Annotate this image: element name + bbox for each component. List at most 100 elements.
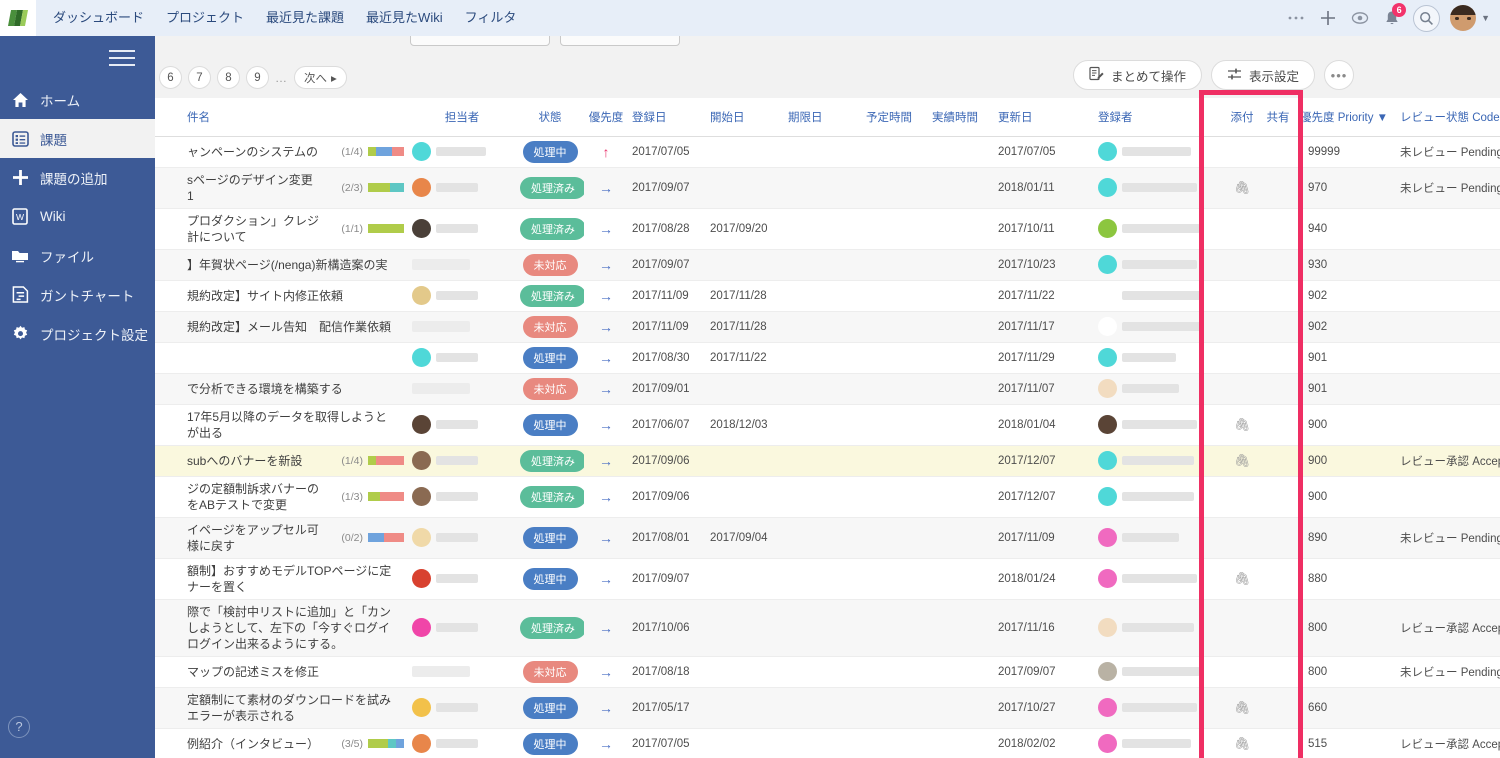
issue-subject-cell[interactable]: [183, 342, 408, 374]
table-row[interactable]: 額制】おすすめモデルTOPページに定 ナーを置く 処理中 → 2017/09/07 201…: [155, 558, 1500, 600]
table-row[interactable]: マップの記述ミスを修正 未対応 → 2017/08/18 2017/09/07 800 未レ…: [155, 656, 1500, 688]
column-header-updated[interactable]: 更新日: [994, 98, 1094, 137]
row-checkbox[interactable]: [155, 687, 183, 729]
table-row[interactable]: 例紹介（インタビュー） (3/5) 処理中 → 2017/07/05 2018/02/02…: [155, 728, 1500, 758]
column-header-actual[interactable]: 実績時間: [928, 98, 994, 137]
bulk-operation-button[interactable]: まとめて操作: [1072, 60, 1202, 90]
row-checkbox[interactable]: [155, 599, 183, 657]
sidebar-item-home[interactable]: ホーム: [0, 80, 155, 119]
table-row[interactable]: ジの定額制訴求バナーの をABテストで変更 (1/3) 処理済み → 2017/09/06…: [155, 476, 1500, 518]
search-icon[interactable]: [1413, 4, 1441, 32]
issue-subject-cell[interactable]: で分析できる環境を構築する: [183, 373, 408, 405]
column-header-assignee[interactable]: 担当者: [408, 98, 516, 137]
issue-subject-cell[interactable]: ジの定額制訴求バナーの をABテストで変更 (1/3): [183, 476, 408, 518]
table-row[interactable]: sページのデザイン変更 1 (2/3) 処理済み → 2017/09/07 2018/01/…: [155, 167, 1500, 209]
sidebar-item-project-settings[interactable]: プロジェクト設定: [0, 314, 155, 353]
row-checkbox[interactable]: [155, 728, 183, 758]
table-row[interactable]: subへのバナーを新設 (1/4) 処理済み → 2017/09/06 2017/12/0…: [155, 445, 1500, 477]
row-checkbox[interactable]: [155, 280, 183, 312]
table-row[interactable]: ャンペーンのシステムの (1/4) 処理中 ↑ 2017/07/05 2017/07/05…: [155, 136, 1500, 168]
column-header-shared[interactable]: 共有: [1260, 98, 1296, 137]
row-checkbox[interactable]: [155, 342, 183, 374]
row-checkbox[interactable]: [155, 476, 183, 518]
more-icon[interactable]: [1281, 3, 1311, 33]
table-row[interactable]: で分析できる環境を構築する 未対応 → 2017/09/01 2017/11/07 901…: [155, 373, 1500, 405]
issue-subject-cell[interactable]: 定額制にて素材のダウンロードを試み エラーが表示される: [183, 687, 408, 729]
row-checkbox[interactable]: [155, 249, 183, 281]
row-checkbox[interactable]: [155, 445, 183, 477]
table-row[interactable]: 規約改定】メール告知 配信作業依頼 未対応 → 2017/11/09 2017/11/2…: [155, 311, 1500, 343]
sidebar-item-files[interactable]: ファイル: [0, 236, 155, 275]
column-header-due-date[interactable]: 期限日: [784, 98, 862, 137]
table-row[interactable]: プロダクション」クレジ 計について (1/1) 処理済み → 2017/08/28 2017…: [155, 208, 1500, 250]
column-header-attachment[interactable]: 添付: [1224, 98, 1260, 137]
row-checkbox[interactable]: [155, 373, 183, 405]
page-button[interactable]: 9: [246, 66, 269, 89]
watch-icon[interactable]: [1345, 3, 1375, 33]
table-row[interactable]: 処理中→2017/08/302017/11/222017/11/29901動作確…: [155, 342, 1500, 374]
column-header-priority[interactable]: 優先度: [584, 98, 628, 137]
issue-subject-cell[interactable]: sページのデザイン変更 1 (2/3): [183, 167, 408, 209]
issue-subject-cell[interactable]: プロダクション」クレジ 計について (1/1): [183, 208, 408, 250]
column-header-estimated[interactable]: 予定時間: [862, 98, 928, 137]
row-checkbox[interactable]: [155, 404, 183, 446]
nav-link-filter[interactable]: フィルタ: [454, 0, 528, 36]
row-checkbox[interactable]: [155, 558, 183, 600]
column-header-status[interactable]: 状態: [516, 98, 584, 137]
help-button[interactable]: ?: [8, 716, 30, 738]
row-checkbox[interactable]: [155, 656, 183, 688]
table-row[interactable]: 定額制にて素材のダウンロードを試み エラーが表示される 処理中 → 2017/05/17…: [155, 687, 1500, 729]
issue-subject-cell[interactable]: ャンペーンのシステムの (1/4): [183, 136, 408, 168]
table-row[interactable]: 際で「検討中リストに追加」と「カン しようとして、左下の「今すぐログイ ログイン出来…: [155, 599, 1500, 657]
page-button[interactable]: 8: [217, 66, 240, 89]
issue-subject-cell[interactable]: 額制】おすすめモデルTOPページに定 ナーを置く: [183, 558, 408, 600]
sidebar-item-wiki[interactable]: W Wiki: [0, 197, 155, 236]
issues-table-container[interactable]: 件名 担当者 状態 優先度 登録日 開始日 期限日 予定時間 実績時間 更新日 …: [155, 98, 1500, 758]
sidebar-item-gantt[interactable]: ガントチャート: [0, 275, 155, 314]
display-settings-button[interactable]: 表示設定: [1210, 60, 1315, 90]
row-checkbox[interactable]: [155, 136, 183, 168]
avatar[interactable]: [1450, 5, 1477, 31]
issue-subject-cell[interactable]: 例紹介（インタビュー） (3/5): [183, 728, 408, 758]
column-header-select[interactable]: [155, 98, 183, 137]
app-logo[interactable]: [0, 0, 36, 36]
chevron-down-icon[interactable]: ▼: [1481, 13, 1490, 23]
column-header-priority-custom[interactable]: 優先度 Priority ▼: [1296, 98, 1396, 137]
row-checkbox[interactable]: [155, 167, 183, 209]
issue-subject-cell[interactable]: 】年賀状ページ(/nenga)新構造案の実: [183, 249, 408, 281]
issue-subject-cell[interactable]: 規約改定】サイト内修正依頼: [183, 280, 408, 312]
page-button[interactable]: 6: [159, 66, 182, 89]
bell-icon[interactable]: 6: [1377, 3, 1407, 33]
filter-chip-partial[interactable]: [560, 36, 680, 46]
column-header-start-date[interactable]: 開始日: [706, 98, 784, 137]
column-header-created[interactable]: 登録日: [628, 98, 706, 137]
filter-chip-partial[interactable]: [410, 36, 550, 46]
more-options-button[interactable]: •••: [1324, 60, 1354, 90]
issue-subject-cell[interactable]: 17年5月以降のデータを取得しようと が出る: [183, 404, 408, 446]
table-row[interactable]: 】年賀状ページ(/nenga)新構造案の実 未対応 → 2017/09/07 2017/…: [155, 249, 1500, 281]
sidebar-collapse-button[interactable]: [0, 36, 155, 80]
sidebar-item-issues[interactable]: 課題: [0, 119, 155, 158]
issue-subject-cell[interactable]: イページをアップセル可 様に戻す (0/2): [183, 517, 408, 559]
row-checkbox[interactable]: [155, 517, 183, 559]
issue-subject-cell[interactable]: 規約改定】メール告知 配信作業依頼: [183, 311, 408, 343]
column-header-subject[interactable]: 件名: [183, 98, 408, 137]
table-row[interactable]: 規約改定】サイト内修正依頼 処理済み → 2017/11/09 2017/11/28 20…: [155, 280, 1500, 312]
sidebar-item-add-issue[interactable]: 課題の追加: [0, 158, 155, 197]
row-checkbox[interactable]: [155, 311, 183, 343]
row-checkbox[interactable]: [155, 208, 183, 250]
issue-subject-cell[interactable]: マップの記述ミスを修正: [183, 656, 408, 688]
issue-subject-cell[interactable]: subへのバナーを新設 (1/4): [183, 445, 408, 477]
column-header-registrant[interactable]: 登録者: [1094, 98, 1224, 137]
nav-link-dashboard[interactable]: ダッシュボード: [42, 0, 155, 36]
column-header-code-review-status[interactable]: レビュー状態 Code Review Status: [1396, 98, 1500, 137]
next-page-button[interactable]: 次へ ▸: [294, 66, 347, 89]
nav-link-project[interactable]: プロジェクト: [155, 0, 255, 36]
plus-icon[interactable]: [1313, 3, 1343, 33]
nav-link-recent-wiki[interactable]: 最近見たWiki: [355, 0, 454, 36]
table-row[interactable]: 17年5月以降のデータを取得しようと が出る 処理中 → 2017/06/07 2018/…: [155, 404, 1500, 446]
table-row[interactable]: イページをアップセル可 様に戻す (0/2) 処理中 → 2017/08/01 2017/0…: [155, 517, 1500, 559]
page-button[interactable]: 7: [188, 66, 211, 89]
issue-subject-cell[interactable]: 際で「検討中リストに追加」と「カン しようとして、左下の「今すぐログイ ログイン出来…: [183, 599, 408, 657]
nav-link-recent-issues[interactable]: 最近見た課題: [255, 0, 355, 36]
